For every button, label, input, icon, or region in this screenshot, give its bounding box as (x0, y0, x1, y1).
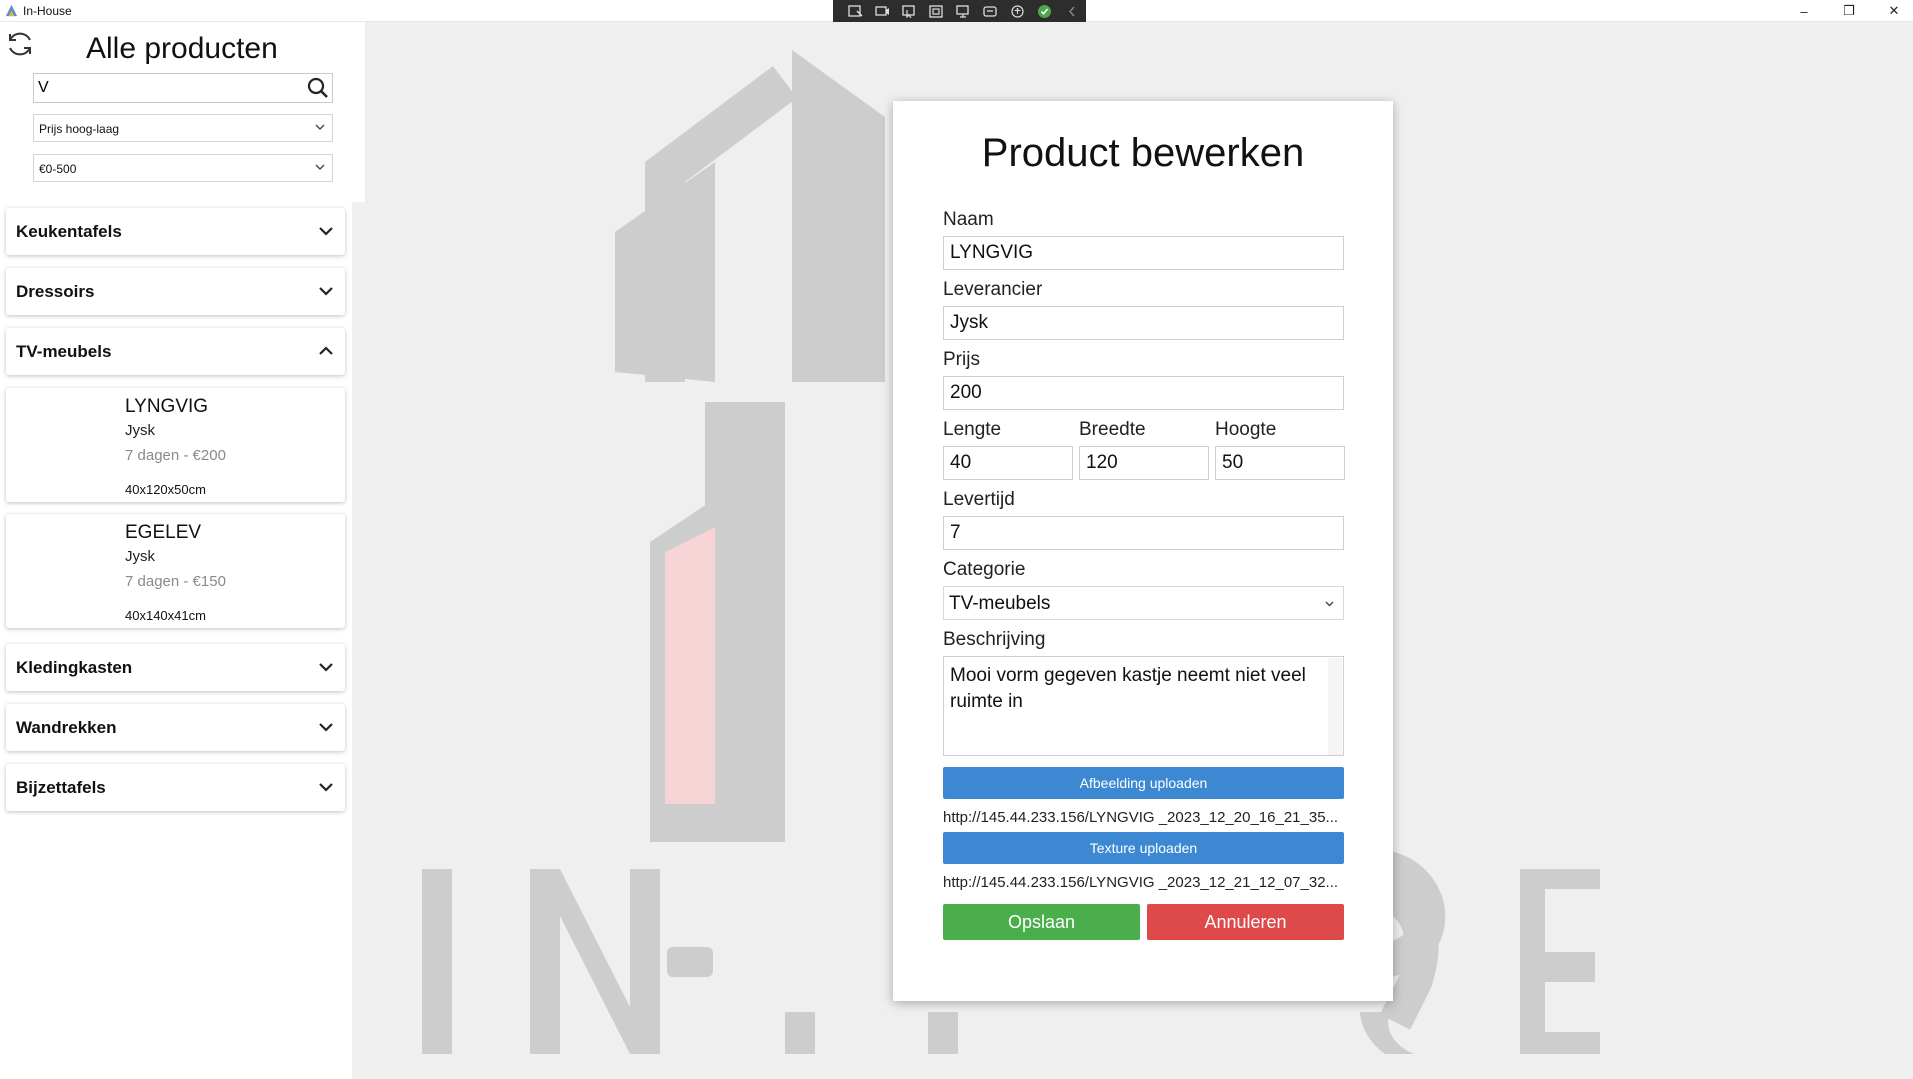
product-card[interactable]: LYNGVIG Jysk 7 dagen - €200 40x120x50cm (6, 388, 345, 502)
title-bar: In-House – ❒ ✕ (0, 0, 1913, 22)
categorie-select-value: TV-meubels (949, 593, 1051, 614)
beschrijving-label: Beschrijving (943, 629, 1046, 650)
lengte-input[interactable] (943, 446, 1073, 480)
upload-image-button[interactable]: Afbeelding uploaden (943, 767, 1344, 799)
minimize-icon: – (1800, 3, 1808, 19)
texture-url: http://145.44.233.156/LYNGVIG _2023_12_2… (943, 874, 1339, 891)
category-label: Kledingkasten (16, 658, 133, 677)
product-supplier: Jysk (125, 548, 155, 565)
category-label: Bijzettafels (16, 778, 106, 797)
product-name: EGELEV (125, 522, 202, 543)
product-supplier: Jysk (125, 422, 155, 439)
beschrijving-text: Mooi vorm gegeven kastje neemt niet veel… (950, 665, 1306, 712)
track-focus-icon[interactable] (955, 4, 972, 19)
beschrijving-textarea[interactable]: Mooi vorm gegeven kastje neemt niet veel… (943, 656, 1344, 756)
levertijd-label: Levertijd (943, 489, 1015, 510)
maximize-button[interactable]: ❒ (1827, 0, 1871, 22)
category-bijzettafels[interactable]: Bijzettafels (6, 764, 345, 811)
chevron-down-icon (319, 723, 333, 732)
breedte-label: Breedte (1079, 419, 1146, 440)
chevron-down-icon (319, 783, 333, 792)
sidebar-scrollbar[interactable] (352, 202, 365, 1079)
search-icon[interactable] (307, 77, 329, 99)
category-tv-meubels[interactable]: TV-meubels (6, 328, 345, 375)
main-area: Product bewerken Naam Leverancier Prijs … (365, 22, 1913, 1079)
category-label: Keukentafels (16, 222, 122, 241)
product-dimensions: 40x140x41cm (125, 608, 206, 623)
category-dressoirs[interactable]: Dressoirs (6, 268, 345, 315)
sort-select-value: Prijs hoog-laag (39, 122, 120, 136)
close-button[interactable]: ✕ (1872, 0, 1913, 22)
accessibility-icon[interactable] (1009, 4, 1026, 19)
chevron-down-icon (315, 124, 325, 130)
close-icon: ✕ (1888, 3, 1900, 18)
sort-select[interactable]: Prijs hoog-laag (33, 114, 333, 142)
page-title: Alle producten (86, 32, 278, 65)
lengte-label: Lengte (943, 419, 1002, 440)
categorie-select[interactable]: TV-meubels (943, 586, 1344, 620)
sidebar: Alle producten Prijs hoog-laag €0-500 Ke… (0, 22, 365, 1079)
naam-input[interactable] (943, 236, 1344, 270)
restore-icon: ❒ (1843, 3, 1855, 18)
chevron-down-icon (1325, 601, 1334, 607)
prijs-label: Prijs (943, 349, 980, 370)
category-label: Dressoirs (16, 282, 95, 301)
product-dimensions: 40x120x50cm (125, 482, 206, 497)
product-name: LYNGVIG (125, 396, 209, 417)
leverancier-input[interactable] (943, 306, 1344, 340)
category-label: Wandrekken (16, 718, 117, 737)
breedte-input[interactable] (1079, 446, 1209, 480)
binding-icon[interactable] (982, 4, 999, 19)
price-filter-value: €0-500 (39, 162, 77, 176)
price-filter-select[interactable]: €0-500 (33, 154, 333, 182)
hoogte-label: Hoogte (1215, 419, 1277, 440)
product-card[interactable]: EGELEV Jysk 7 dagen - €150 40x140x41cm (6, 514, 345, 628)
chevron-down-icon (319, 287, 333, 296)
edit-product-modal: Product bewerken Naam Leverancier Prijs … (893, 101, 1393, 1001)
product-delivery-price: 7 dagen - €200 (125, 447, 226, 464)
window-title: In-House (23, 4, 72, 18)
checkmark-icon[interactable] (1036, 4, 1053, 19)
naam-label: Naam (943, 209, 994, 230)
select-element-icon[interactable] (847, 4, 864, 19)
upload-texture-button[interactable]: Texture uploaden (943, 832, 1344, 864)
category-keukentafels[interactable]: Keukentafels (6, 208, 345, 255)
category-kledingkasten[interactable]: Kledingkasten (6, 644, 345, 691)
category-wandrekken[interactable]: Wandrekken (6, 704, 345, 751)
save-button[interactable]: Opslaan (943, 904, 1140, 940)
debug-toolbar (833, 0, 1086, 22)
chevron-down-icon (319, 227, 333, 236)
leverancier-label: Leverancier (943, 279, 1043, 300)
chevron-up-icon (319, 346, 333, 355)
search-input[interactable] (38, 77, 298, 99)
textarea-scrollbar[interactable] (1328, 658, 1342, 755)
minimize-button[interactable]: – (1782, 0, 1826, 22)
search-box (33, 73, 333, 103)
image-url: http://145.44.233.156/LYNGVIG _2023_12_2… (943, 809, 1339, 826)
category-label: TV-meubels (16, 342, 112, 361)
levertijd-input[interactable] (943, 516, 1344, 550)
display-layout-icon[interactable] (874, 4, 891, 19)
app-logo-icon (5, 4, 18, 17)
hoogte-input[interactable] (1215, 446, 1345, 480)
collapse-toolbar-icon[interactable] (1063, 4, 1080, 19)
modal-title: Product bewerken (981, 131, 1305, 175)
product-delivery-price: 7 dagen - €150 (125, 573, 226, 590)
categorie-label: Categorie (943, 559, 1026, 580)
chevron-down-icon (315, 164, 325, 170)
pointer-icon[interactable] (901, 4, 918, 19)
cancel-button[interactable]: Annuleren (1147, 904, 1344, 940)
chevron-down-icon (319, 663, 333, 672)
prijs-input[interactable] (943, 376, 1344, 410)
refresh-icon[interactable] (4, 28, 36, 60)
frame-icon[interactable] (928, 4, 945, 19)
